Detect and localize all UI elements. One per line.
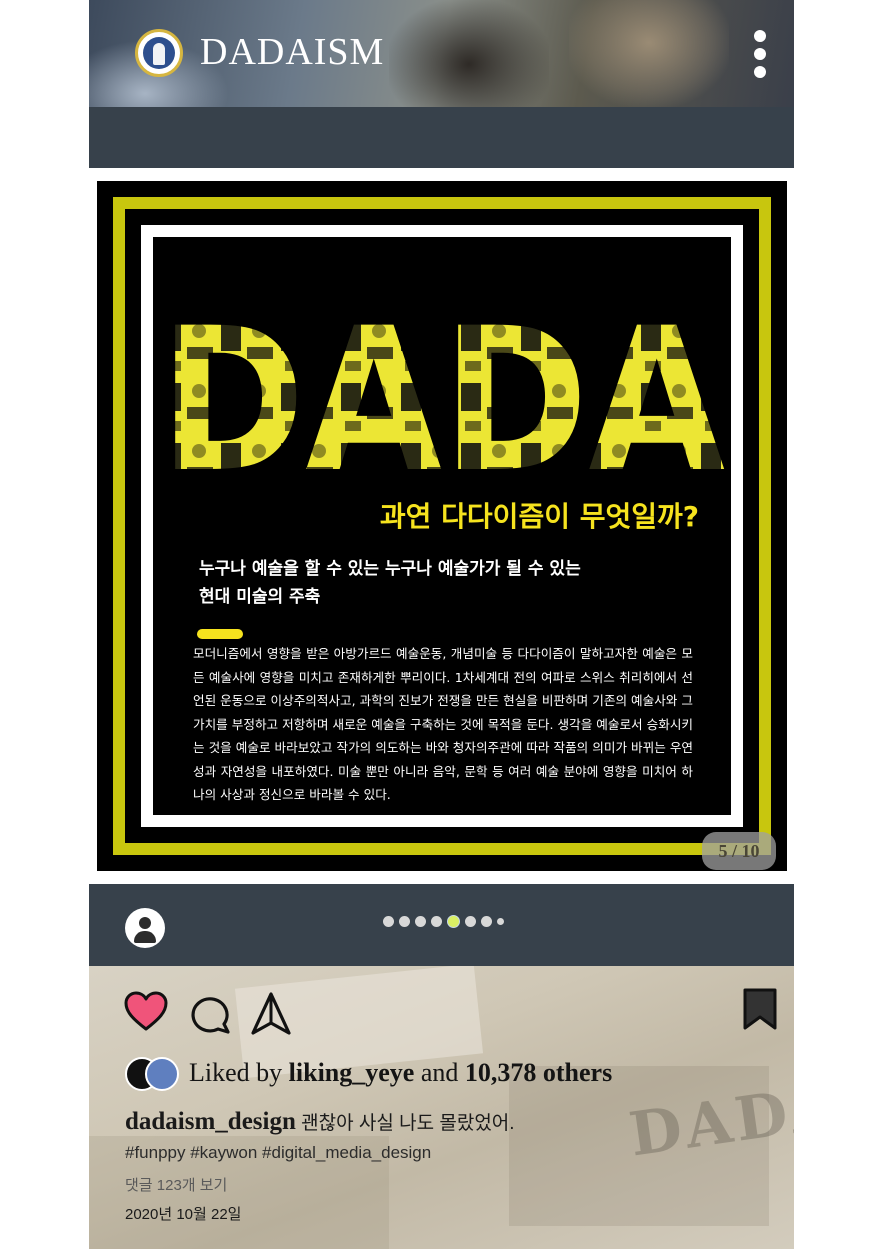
post-image[interactable]: DADA 과연 다다이즘이 무엇일까? 누구나 예술을 할 수 있는 누구나 예…	[97, 181, 787, 871]
bookmark-icon[interactable]	[741, 987, 779, 1031]
carousel-dot[interactable]	[481, 916, 492, 927]
post-date: 2020년 10월 22일	[125, 1206, 242, 1223]
caption-text: 괜찮아 사실 나도 몰랐었어.	[301, 1113, 515, 1134]
post-hashtags[interactable]: #funppy #kaywon #digital_media_design	[125, 1143, 431, 1163]
carousel-dot[interactable]	[431, 916, 442, 927]
carousel-dot[interactable]	[465, 916, 476, 927]
carousel-dot[interactable]	[399, 916, 410, 927]
carousel-dot-active[interactable]	[447, 915, 460, 928]
profile-avatar-icon[interactable]	[125, 908, 165, 948]
caption-username[interactable]: dadaism_design	[125, 1108, 296, 1135]
post-body-text: 모더니즘에서 영향을 받은 아방가르드 예술운동, 개념미술 등 다다이즘이 말…	[193, 646, 693, 802]
dada-title-graphic: DADA	[159, 317, 725, 477]
post-subtitle: 누구나 예술을 할 수 있는 누구나 예술가가 될 수 있는 현대 미술의 주축	[199, 555, 719, 611]
subtitle-line-1: 누구나 예술을 할 수 있는 누구나 예술가가 될 수 있는	[199, 559, 581, 579]
liker-username[interactable]: liking_yeye	[289, 1058, 415, 1087]
slide-counter: 5 / 10	[702, 832, 776, 870]
post-footer: DADA Liked by liking_yeye and 10,378 oth…	[89, 966, 794, 1249]
send-icon[interactable]	[249, 991, 293, 1037]
dada-title-text: DADA	[159, 317, 725, 477]
header-bar	[89, 107, 794, 168]
carousel-dot[interactable]	[497, 918, 504, 925]
post-question: 과연 다다이즘이 무엇일까?	[379, 500, 699, 533]
carousel-dot[interactable]	[383, 916, 394, 927]
view-comments-link[interactable]: 댓글 123개 보기	[125, 1174, 227, 1195]
brand-title: DADAISM	[200, 31, 385, 73]
carousel-bar	[89, 884, 794, 966]
accent-bar	[197, 629, 243, 639]
liker-avatar	[145, 1057, 179, 1091]
likes-summary[interactable]: Liked by liking_yeye and 10,378 others	[189, 1058, 612, 1088]
carousel-dot[interactable]	[415, 916, 426, 927]
subtitle-line-2: 현대 미술의 주축	[199, 587, 321, 607]
post-caption: dadaism_design 괜찮아 사실 나도 몰랐었어.	[125, 1108, 515, 1136]
phone-screen: DADAISM DADA 과연 다다이즘이 무엇일까? 누구나 예술을 할 수 …	[89, 0, 794, 1249]
dadaism-logo-icon[interactable]	[135, 29, 183, 77]
kebab-menu-icon[interactable]	[753, 30, 767, 78]
liker-avatars	[125, 1055, 181, 1091]
app-header: DADAISM	[89, 0, 794, 107]
comment-icon[interactable]	[188, 993, 232, 1035]
carousel-dots	[383, 915, 504, 928]
likes-count[interactable]: 10,378 others	[465, 1058, 612, 1087]
heart-icon[interactable]	[123, 990, 169, 1032]
post-content: DADA 과연 다다이즘이 무엇일까? 누구나 예술을 할 수 있는 누구나 예…	[155, 239, 729, 813]
